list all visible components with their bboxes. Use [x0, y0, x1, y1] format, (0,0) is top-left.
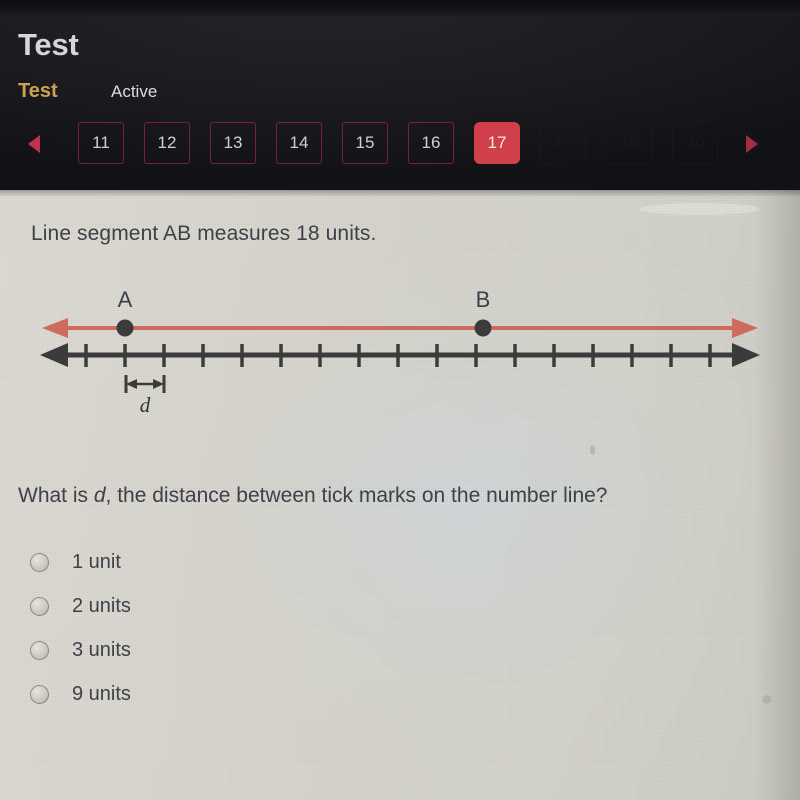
question-prompt: What is d, the distance between tick mar…	[18, 484, 608, 508]
point-b-label: B	[476, 287, 491, 312]
pager-button-18[interactable]: 18	[540, 122, 586, 164]
radio-button-icon[interactable]	[30, 596, 49, 616]
pager-button-14[interactable]: 14	[276, 122, 322, 164]
answer-choice-label: 3 units	[72, 638, 131, 661]
app-header: Test Test Active 11 12 13 14 15 16 17 18 19 20	[0, 0, 800, 190]
number-line-figure: A B d	[40, 287, 760, 417]
d-left-arrowhead	[126, 379, 137, 389]
segment-right-arrowhead	[732, 318, 758, 338]
axis-left-arrowhead	[40, 343, 68, 367]
pager-button-16[interactable]: 16	[408, 122, 454, 164]
pager-button-12[interactable]: 12	[144, 122, 190, 164]
answer-choice-label: 9 units	[72, 682, 131, 705]
tab-test[interactable]: Test	[18, 80, 58, 103]
radio-button-icon[interactable]	[30, 684, 49, 704]
answer-choice-label: 1 unit	[72, 550, 121, 573]
header-top-shadow	[0, 0, 800, 16]
d-right-arrowhead	[153, 379, 164, 389]
answer-choice-list: 1 unit 2 units 3 units 9 units	[22, 540, 442, 716]
pager-button-11[interactable]: 11	[78, 122, 124, 164]
distance-label-d: d	[140, 393, 151, 417]
pager-button-15[interactable]: 15	[342, 122, 388, 164]
pager-button-13[interactable]: 13	[210, 122, 256, 164]
point-a-label: A	[118, 287, 133, 312]
question-prefix: What is	[18, 484, 94, 507]
pager-button-19[interactable]: 19	[606, 122, 652, 164]
paper-smudge	[762, 695, 771, 704]
answer-choice-4[interactable]: 9 units	[22, 672, 442, 716]
answer-choice-1[interactable]: 1 unit	[22, 540, 442, 584]
paper-glare	[640, 203, 760, 215]
answer-choice-label: 2 units	[72, 594, 131, 617]
pager-button-20[interactable]: 20	[672, 122, 718, 164]
question-suffix: , the distance between tick marks on the…	[105, 484, 608, 507]
page-title: Test	[18, 27, 79, 62]
radio-button-icon[interactable]	[30, 640, 49, 660]
radio-button-icon[interactable]	[30, 552, 49, 572]
number-line-axis-group	[40, 343, 760, 367]
paper-smudge	[590, 445, 595, 455]
screen: Test Test Active 11 12 13 14 15 16 17 18 19 20 Li…	[0, 0, 800, 800]
status-badge-active: Active	[111, 82, 158, 101]
segment-left-arrowhead	[42, 318, 68, 338]
right-triangle-icon[interactable]	[746, 135, 758, 153]
question-variable: d	[93, 484, 106, 507]
axis-right-arrowhead	[732, 343, 760, 367]
question-sheet: Line segment AB measures 18 units. A B d…	[0, 190, 800, 800]
question-stem: Line segment AB measures 18 units.	[31, 222, 377, 245]
distance-measure-group: d	[124, 375, 166, 417]
sheet-top-shadow	[0, 190, 800, 197]
answer-choice-3[interactable]: 3 units	[22, 628, 442, 672]
point-b-dot	[474, 319, 492, 337]
answer-choice-2[interactable]: 2 units	[22, 584, 442, 628]
left-triangle-icon[interactable]	[28, 135, 40, 153]
pager-button-17[interactable]: 17	[474, 122, 520, 164]
question-pager: 11 12 13 14 15 16 17 18 19 20	[0, 122, 800, 178]
point-a-dot	[116, 319, 134, 337]
segment-ab-group: A B	[42, 287, 758, 338]
